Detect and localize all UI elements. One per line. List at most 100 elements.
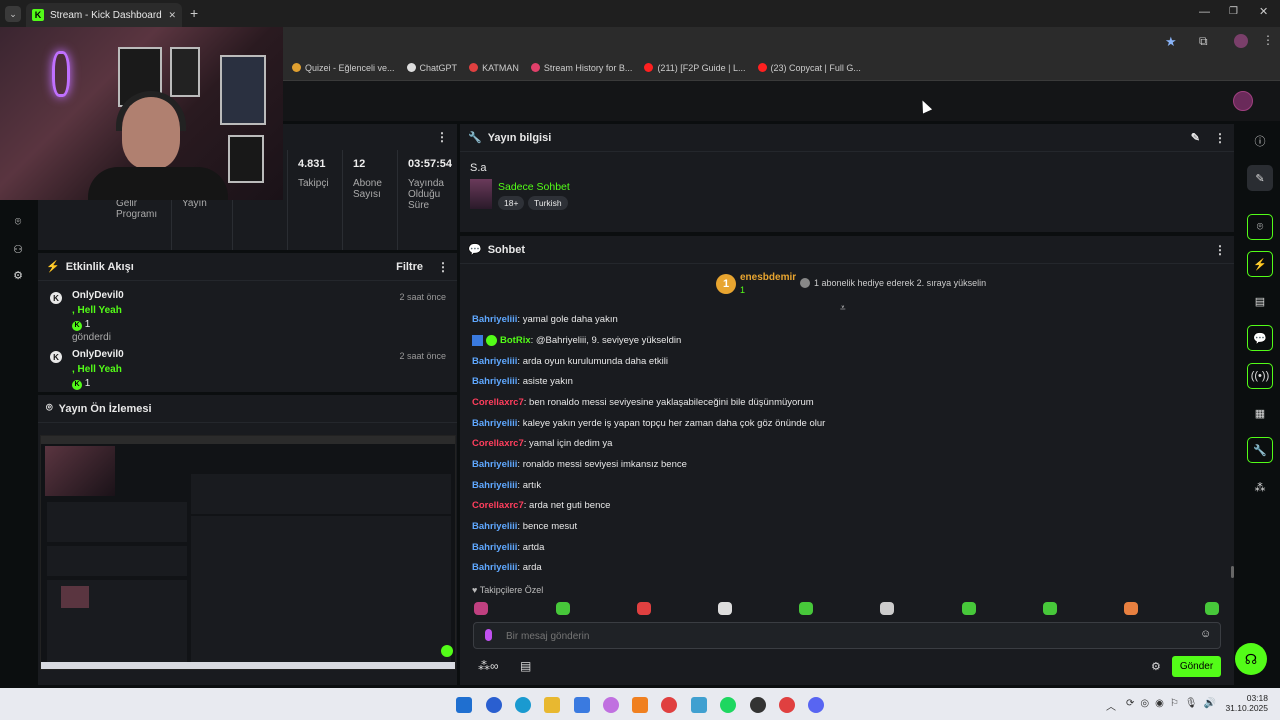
bolt-icon: ⚡ <box>46 261 60 273</box>
preview-header: ⌾ Yayın Ön İzlemesi <box>38 395 457 423</box>
app-icon[interactable] <box>486 697 502 713</box>
new-tab-button[interactable]: + <box>190 5 198 21</box>
tag-badge: 18+ <box>498 196 525 210</box>
bookmark-item[interactable]: (211) [F2P Guide | L... <box>644 63 746 73</box>
activity-user[interactable]: OnlyDevil0 <box>72 349 124 360</box>
profile-avatar[interactable] <box>1234 34 1248 48</box>
bot-icon <box>472 335 483 346</box>
tools-icon[interactable]: 🔧 <box>1247 437 1273 463</box>
emote-icon[interactable] <box>637 602 651 615</box>
store-app-icon[interactable] <box>574 697 590 713</box>
bookmark-item[interactable]: Stream History for B... <box>530 63 632 73</box>
activity-extra: gönderdi <box>72 331 111 343</box>
stats-menu-icon[interactable]: ⋮ <box>436 130 448 144</box>
edge-icon[interactable] <box>515 697 531 713</box>
help-button[interactable]: ☊ <box>1235 643 1267 675</box>
chat-message: BotRix: @Bahriyeliii, 9. seviyeye yüksel… <box>472 335 681 346</box>
stream-panel-icon[interactable]: ⌾ <box>1247 214 1273 240</box>
chat-message: Bahriyeliii: ronaldo messi seviyesi imka… <box>472 459 687 470</box>
close-window-icon[interactable]: ✕ <box>1259 5 1268 18</box>
chat-settings-icon[interactable]: ⚙ <box>1151 660 1161 673</box>
taskbar-clock[interactable]: 03:18 31.10.2025 <box>1224 693 1268 713</box>
app-icon[interactable] <box>691 697 707 713</box>
chrome-icon[interactable] <box>661 697 677 713</box>
chat-message: Corellaxrc7: arda net guti bence <box>472 500 611 511</box>
vlc-icon[interactable] <box>632 697 648 713</box>
emote-icon[interactable] <box>1205 602 1219 615</box>
mic-icon[interactable] <box>485 629 492 641</box>
tab-close-icon[interactable]: ✕ <box>168 10 176 21</box>
minimize-icon[interactable]: — <box>1199 6 1210 18</box>
start-icon[interactable] <box>456 697 472 713</box>
kick-user-icon: K <box>50 351 62 363</box>
chat-scrollbar[interactable] <box>1231 566 1234 578</box>
spotify-icon[interactable] <box>720 697 736 713</box>
chat-panel-icon[interactable]: 💬 <box>1247 325 1273 351</box>
chat-tools-icon[interactable]: ⁂∞ <box>478 659 499 673</box>
bookmark-star-icon[interactable]: ★ <box>1165 34 1177 50</box>
stat-uptime: 03:57:54 Yayında Olduğu Süre <box>397 150 457 250</box>
bookmark-item[interactable]: Quizei - Eğlenceli ve... <box>292 63 395 73</box>
discord-icon[interactable] <box>808 697 824 713</box>
chat-input-box[interactable]: ☺ <box>473 622 1221 649</box>
broadcast-icon[interactable]: ((•)) <box>1247 363 1273 389</box>
chat-title: Sohbet <box>487 243 525 256</box>
chat-menu-icon[interactable]: ⋮ <box>1214 243 1226 257</box>
filter-button[interactable]: Filtre <box>396 261 423 273</box>
users-icon[interactable]: ⚇ <box>11 243 25 257</box>
emote-icon[interactable] <box>1043 602 1057 615</box>
activity-panel-icon[interactable]: ⚡ <box>1247 251 1273 277</box>
tab-search-button[interactable]: ⌄ <box>5 6 21 22</box>
tag-badge: Turkish <box>528 196 568 210</box>
bookmark-item[interactable]: ChatGPT <box>406 63 457 73</box>
chat-input[interactable] <box>506 628 1156 644</box>
notes-icon[interactable]: ▤ <box>1247 288 1273 314</box>
activity-message: , Hell Yeah <box>72 305 122 316</box>
tray-icons[interactable]: ⟳◎◉⚐🎙🔊 <box>1126 698 1222 709</box>
browser-menu-icon[interactable]: ⋮ <box>1262 33 1274 47</box>
layout-icon[interactable]: ▦ <box>1247 400 1273 426</box>
emoji-icon[interactable]: ☺ <box>1200 628 1211 640</box>
chat-message: Corellaxrc7: yamal için dedim ya <box>472 438 613 449</box>
copilot-icon[interactable] <box>603 697 619 713</box>
edit-panel-icon[interactable]: ✎ <box>1247 165 1273 191</box>
follower-only-label: ♥ Takipçilere Özel <box>472 585 544 595</box>
bookmark-item[interactable]: KATMAN <box>469 63 519 73</box>
user-avatar[interactable] <box>1233 91 1253 111</box>
extensions-icon[interactable]: ⧉ <box>1199 34 1208 49</box>
chat-icon: 💬 <box>468 244 482 256</box>
scroll-down-icon[interactable]: ⩡ <box>840 303 846 314</box>
category-thumbnail <box>470 179 492 209</box>
chat-message: Bahriyeliii: yamal gole daha yakın <box>472 314 618 325</box>
obs-icon[interactable] <box>750 697 766 713</box>
chrome-active-icon[interactable] <box>779 697 795 713</box>
emote-icon[interactable] <box>799 602 813 615</box>
emote-icon[interactable] <box>556 602 570 615</box>
streamer-body <box>88 167 228 200</box>
emote-icon[interactable] <box>718 602 732 615</box>
settings-icon[interactable]: ⚙ <box>11 269 25 283</box>
emote-icon[interactable] <box>1124 602 1138 615</box>
stream-preview-video[interactable] <box>40 435 456 670</box>
preview-kick-icon[interactable] <box>441 645 453 657</box>
maximize-icon[interactable]: ❐ <box>1229 6 1238 17</box>
stream-info-title: Yayın bilgisi <box>487 131 552 144</box>
stream-info-menu-icon[interactable]: ⋮ <box>1214 131 1226 145</box>
activity-menu-icon[interactable]: ⋮ <box>437 260 449 274</box>
emote-icon[interactable] <box>474 602 488 615</box>
activity-user[interactable]: OnlyDevil0 <box>72 290 124 301</box>
stream-icon[interactable]: ⌾ <box>11 216 25 230</box>
chat-message: Bahriyeliii: bence mesut <box>472 521 578 532</box>
store-icon[interactable]: ▤ <box>520 659 531 673</box>
category-name[interactable]: Sadece Sohbet <box>498 181 570 193</box>
integrations-icon[interactable]: ⁂ <box>1247 474 1273 500</box>
info-icon[interactable]: ⓘ <box>1247 128 1273 154</box>
explorer-icon[interactable] <box>544 697 560 713</box>
browser-tab-active[interactable]: K Stream - Kick Dashboard ✕ <box>26 3 182 27</box>
emote-icon[interactable] <box>962 602 976 615</box>
emote-icon[interactable] <box>880 602 894 615</box>
edit-icon[interactable]: ✎ <box>1191 131 1200 144</box>
send-button[interactable]: Gönder <box>1172 656 1221 677</box>
tray-chevron-icon[interactable]: ︿ <box>1106 698 1116 713</box>
bookmark-item[interactable]: (23) Copycat | Full G... <box>757 63 861 73</box>
